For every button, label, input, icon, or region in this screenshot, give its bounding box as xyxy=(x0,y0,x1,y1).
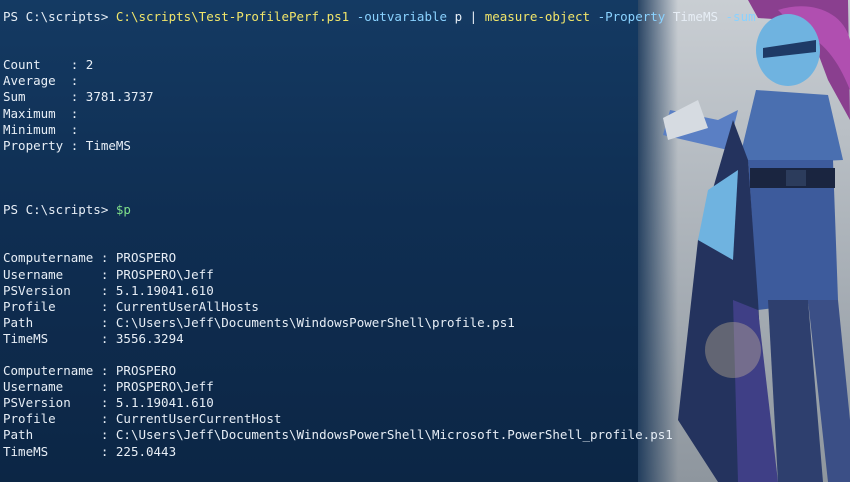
timems-value: 225.0443 xyxy=(115,443,177,459)
profile-label: Profile : xyxy=(3,298,109,314)
parameter-sum: -sum xyxy=(725,9,756,24)
pipe-symbol: | xyxy=(469,9,478,24)
sum-value: 3781.3737 xyxy=(85,89,154,105)
computername-label: Computername : xyxy=(3,363,109,379)
measure-sum-row: Sum : 3781.3737 xyxy=(3,89,843,105)
maximum-label: Maximum : xyxy=(3,105,79,121)
measure-maximum-row: Maximum : xyxy=(3,106,843,122)
minimum-label: Minimum : xyxy=(3,121,79,137)
record-row-profile: Profile : CurrentUserCurrentHost xyxy=(3,411,843,427)
record-row-path: Path : C:\Users\Jeff\Documents\WindowsPo… xyxy=(3,427,843,443)
record-row-profile: Profile : CurrentUserAllHosts xyxy=(3,299,843,315)
path-value: C:\Users\Jeff\Documents\WindowsPowerShel… xyxy=(115,314,515,330)
username-label: Username : xyxy=(3,266,109,282)
average-label: Average : xyxy=(3,73,79,89)
terminal-output: PS C:\scripts> C:\scripts\Test-ProfilePe… xyxy=(3,0,843,460)
psversion-label: PSVersion : xyxy=(3,395,109,411)
property-value: TimeMS xyxy=(85,137,131,153)
variable-p: $p xyxy=(115,202,131,218)
profile-value: CurrentUserAllHosts xyxy=(115,298,259,314)
count-label: Count : xyxy=(3,57,79,73)
timems-value: 3556.3294 xyxy=(115,330,184,346)
username-value: PROSPERO\Jeff xyxy=(115,266,214,282)
record-row-username: Username : PROSPERO\Jeff xyxy=(3,379,843,395)
parameter-outvariable: -outvariable xyxy=(356,9,448,24)
count-value: 2 xyxy=(85,57,94,73)
command2-line: PS C:\scripts> $p xyxy=(3,202,843,218)
prompt: PS C:\scripts> xyxy=(3,9,116,24)
psversion-label: PSVersion : xyxy=(3,282,109,298)
command-line: PS C:\scripts> C:\scripts\Test-ProfilePe… xyxy=(3,9,843,25)
record-row-computername: Computername : PROSPERO xyxy=(3,250,843,266)
computername-label: Computername : xyxy=(3,250,109,266)
measure-minimum-row: Minimum : xyxy=(3,122,843,138)
record-row-username: Username : PROSPERO\Jeff xyxy=(3,267,843,283)
username-value: PROSPERO\Jeff xyxy=(115,379,214,395)
profile-label: Profile : xyxy=(3,411,109,427)
sum-label: Sum : xyxy=(3,89,79,105)
username-label: Username : xyxy=(3,379,109,395)
argument-p: p xyxy=(454,9,463,24)
measure-average-row: Average : xyxy=(3,73,843,89)
path-label: Path : xyxy=(3,314,109,330)
psversion-value: 5.1.19041.610 xyxy=(115,395,214,411)
record-row-path: Path : C:\Users\Jeff\Documents\WindowsPo… xyxy=(3,315,843,331)
timems-label: TimeMS : xyxy=(3,330,109,346)
computername-value: PROSPERO xyxy=(115,363,177,379)
record-row-timems: TimeMS : 225.0443 xyxy=(3,444,843,460)
property-label: Property : xyxy=(3,137,79,153)
script-path: C:\scripts\Test-ProfilePerf.ps1 xyxy=(115,9,350,24)
computername-value: PROSPERO xyxy=(115,250,177,266)
timems-label: TimeMS : xyxy=(3,443,109,459)
record-row-computername: Computername : PROSPERO xyxy=(3,363,843,379)
profile-value: CurrentUserCurrentHost xyxy=(115,411,282,427)
parameter-property: -Property xyxy=(597,9,666,24)
prompt: PS C:\scripts> xyxy=(3,202,116,218)
measure-property-row: Property : TimeMS xyxy=(3,138,843,154)
argument-timems: TimeMS xyxy=(672,9,718,24)
record-row-psversion: PSVersion : 5.1.19041.610 xyxy=(3,395,843,411)
path-label: Path : xyxy=(3,427,109,443)
path-value: C:\Users\Jeff\Documents\WindowsPowerShel… xyxy=(115,427,673,443)
record-row-timems: TimeMS : 3556.3294 xyxy=(3,331,843,347)
measure-count-row: Count : 2 xyxy=(3,57,843,73)
psversion-value: 5.1.19041.610 xyxy=(115,282,214,298)
record-row-psversion: PSVersion : 5.1.19041.610 xyxy=(3,283,843,299)
cmdlet-name: measure-object xyxy=(484,9,591,24)
